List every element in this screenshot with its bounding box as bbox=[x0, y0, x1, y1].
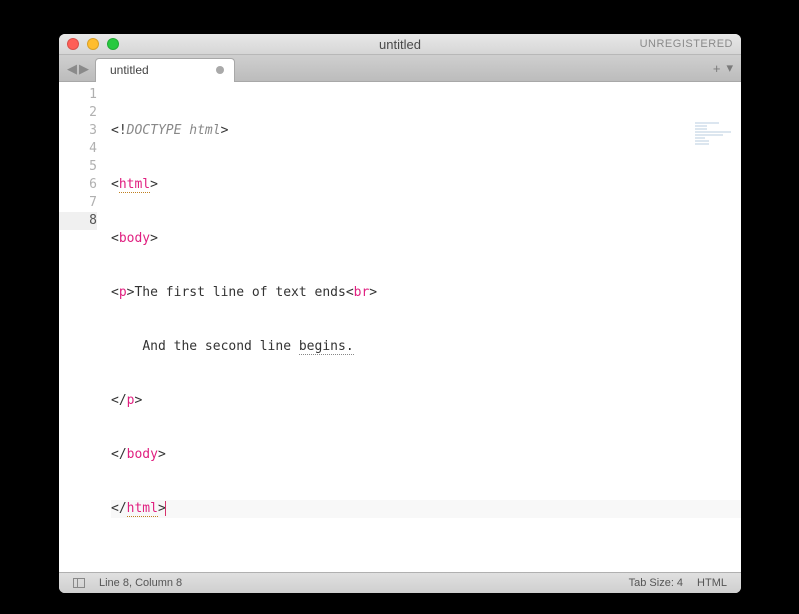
line-number: 6 bbox=[59, 176, 97, 194]
code-line: </p> bbox=[111, 392, 741, 410]
code-line: <!DOCTYPE html> bbox=[111, 122, 741, 140]
code-view[interactable]: <!DOCTYPE html> <html> <body> <p>The fir… bbox=[107, 82, 741, 572]
history-nav: ◀ ▶ bbox=[65, 61, 95, 81]
minimize-icon[interactable] bbox=[87, 38, 99, 50]
tab-menu-button[interactable]: ▾ bbox=[726, 60, 733, 76]
registration-label: UNREGISTERED bbox=[640, 38, 733, 50]
close-icon[interactable] bbox=[67, 38, 79, 50]
editor-window: untitled UNREGISTERED ◀ ▶ untitled + ▾ 1… bbox=[59, 34, 741, 593]
tab-label: untitled bbox=[110, 63, 149, 77]
tab-bar: ◀ ▶ untitled + ▾ bbox=[59, 55, 741, 82]
tab-size-button[interactable]: Tab Size: 4 bbox=[629, 577, 683, 589]
code-line: <body> bbox=[111, 230, 741, 248]
code-line: <html> bbox=[111, 176, 741, 194]
line-number: 5 bbox=[59, 158, 97, 176]
dirty-indicator-icon bbox=[216, 66, 224, 74]
maximize-icon[interactable] bbox=[107, 38, 119, 50]
text-cursor-icon bbox=[165, 501, 167, 516]
editor-area[interactable]: 1 2 3 4 5 6 7 8 <!DOCTYPE html> <html> <… bbox=[59, 82, 741, 572]
code-line: <p>The first line of text ends<br> bbox=[111, 284, 741, 302]
titlebar[interactable]: untitled UNREGISTERED bbox=[59, 34, 741, 55]
cursor-position[interactable]: Line 8, Column 8 bbox=[99, 577, 182, 589]
status-bar: Line 8, Column 8 Tab Size: 4 HTML bbox=[59, 572, 741, 593]
line-number: 1 bbox=[59, 86, 97, 104]
line-number: 8 bbox=[59, 212, 97, 230]
line-number: 2 bbox=[59, 104, 97, 122]
line-gutter: 1 2 3 4 5 6 7 8 bbox=[59, 82, 107, 572]
forward-button[interactable]: ▶ bbox=[79, 61, 89, 77]
line-number: 3 bbox=[59, 122, 97, 140]
syntax-button[interactable]: HTML bbox=[697, 577, 727, 589]
line-number: 4 bbox=[59, 140, 97, 158]
minimap[interactable] bbox=[695, 86, 735, 116]
tab-untitled[interactable]: untitled bbox=[95, 58, 235, 82]
traffic-lights bbox=[67, 38, 119, 50]
code-line: And the second line begins. bbox=[111, 338, 741, 356]
back-button[interactable]: ◀ bbox=[67, 61, 77, 77]
code-line: </body> bbox=[111, 446, 741, 464]
tab-actions: + ▾ bbox=[713, 55, 733, 81]
line-number: 7 bbox=[59, 194, 97, 212]
code-line: </html> bbox=[111, 500, 741, 518]
panel-switcher-icon[interactable] bbox=[73, 578, 85, 588]
new-tab-button[interactable]: + bbox=[713, 61, 721, 76]
